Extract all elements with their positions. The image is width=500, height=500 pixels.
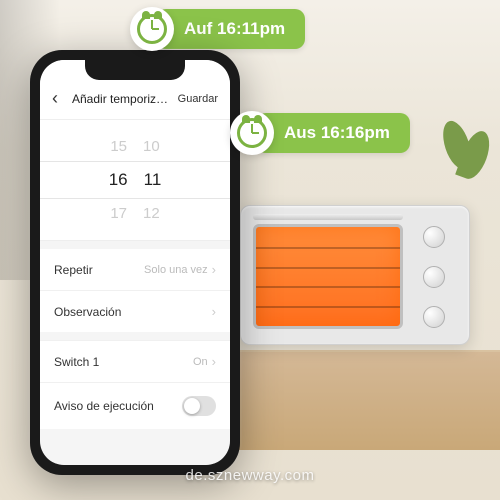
- kitchen-counter: [200, 350, 500, 450]
- watermark-text: de.sznewway.com: [186, 467, 315, 484]
- repeat-label: Repetir: [54, 263, 93, 277]
- toaster-oven: [240, 205, 470, 345]
- repeat-row[interactable]: Repetir Solo una vez ›: [40, 249, 230, 290]
- note-label: Observación: [54, 305, 121, 319]
- phone-mockup: ‹ Añadir temporización Guardar 15 10 16 …: [30, 50, 240, 475]
- alarm-clock-icon: [137, 14, 167, 44]
- picker-sel-min: 11: [144, 170, 162, 190]
- switch-value: On: [193, 356, 208, 368]
- timer-on-badge: Auf 16:11pm: [130, 8, 305, 50]
- time-picker[interactable]: 15 10 16 11 17 12: [40, 120, 230, 241]
- picker-next-hour: 17: [110, 205, 127, 222]
- picker-sel-hour: 16: [109, 170, 128, 190]
- switch-label: Switch 1: [54, 355, 99, 369]
- note-row[interactable]: Observación ›: [40, 290, 230, 332]
- chevron-right-icon: ›: [212, 354, 216, 369]
- switch-row[interactable]: Switch 1 On ›: [40, 340, 230, 382]
- back-button[interactable]: ‹: [52, 88, 72, 109]
- page-title: Añadir temporización: [72, 92, 174, 106]
- chevron-right-icon: ›: [212, 304, 216, 319]
- save-button[interactable]: Guardar: [174, 93, 218, 105]
- alarm-clock-icon: [237, 118, 267, 148]
- repeat-value: Solo una vez: [144, 264, 208, 276]
- picker-prev-min: 10: [143, 138, 160, 155]
- chevron-right-icon: ›: [212, 262, 216, 277]
- plant-decoration: [445, 120, 490, 200]
- exec-notice-row: Aviso de ejecución: [40, 382, 230, 429]
- picker-prev-hour: 15: [110, 138, 127, 155]
- exec-toggle[interactable]: [182, 396, 216, 416]
- picker-next-min: 12: [143, 205, 160, 222]
- timer-on-label: Auf 16:11pm: [156, 9, 305, 49]
- phone-notch: [85, 60, 185, 80]
- timer-off-label: Aus 16:16pm: [256, 113, 410, 153]
- exec-label: Aviso de ejecución: [54, 399, 154, 413]
- timer-off-badge: Aus 16:16pm: [230, 112, 410, 154]
